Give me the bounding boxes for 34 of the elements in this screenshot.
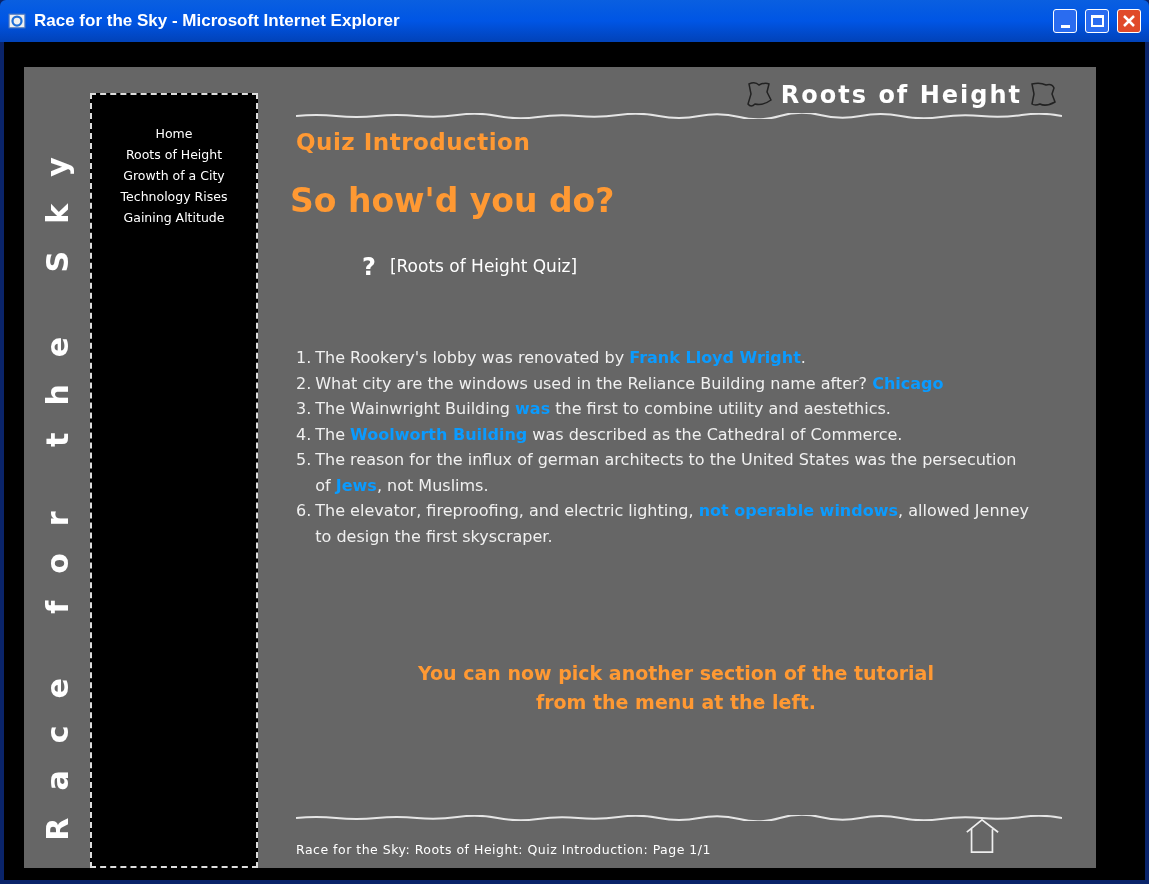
quiz-answer: The Woolworth Building was described as the Cathedral of Commerce. xyxy=(315,423,903,446)
maximize-button[interactable] xyxy=(1085,9,1109,33)
minimize-icon xyxy=(1060,25,1070,28)
list-number: 2. xyxy=(296,372,312,395)
page-heading: Quiz Introduction xyxy=(296,128,532,157)
list-number: 4. xyxy=(296,423,312,446)
list-number: 3. xyxy=(296,398,312,420)
quiz-answer: What city are the windows used in the Reliance Building name after? Chicago xyxy=(315,372,944,395)
list-number: 6. xyxy=(296,500,312,522)
help-icon: ? xyxy=(362,249,376,285)
list-number: 5. xyxy=(296,449,312,471)
nav-link[interactable]: Home xyxy=(155,125,193,142)
close-button[interactable] xyxy=(1117,9,1141,33)
nav-link[interactable]: Technology Rises xyxy=(120,188,228,205)
maximize-icon xyxy=(1090,15,1104,27)
scroll-end-icon xyxy=(744,80,775,110)
nav-link[interactable]: Roots of Height xyxy=(125,146,223,163)
minimize-button[interactable] xyxy=(1053,9,1077,33)
browser-icon xyxy=(8,12,26,30)
close-icon xyxy=(1123,15,1135,27)
nav-link[interactable]: Growth of a City xyxy=(123,167,225,184)
quiz-answer: The reason for the influx of german architects to the United States was the persecution of Jews, not Muslims. xyxy=(315,449,1018,497)
closing-note: You can now pick another section of the tutorial from the menu at the left. xyxy=(417,661,935,715)
section-title: Roots of Height xyxy=(780,80,1022,111)
quiz-answer: The Rookery's lobby was renovated by Frank Lloyd Wright. xyxy=(315,347,806,369)
site-title: Race for the Sky xyxy=(38,130,76,841)
headline: So how'd you do? xyxy=(290,179,616,222)
window-title: Race for the Sky - Microsoft Internet Explorer xyxy=(34,10,401,33)
breadcrumb: Race for the Sky: Roots of Height: Quiz Introduction: Page 1/1 xyxy=(296,841,712,860)
quiz-link[interactable]: [Roots of Height Quiz] xyxy=(389,254,578,280)
quiz-answer: The elevator, fireproofing, and electric lighting, not operable windows, allowed Jenney to design the first skyscraper. xyxy=(315,500,1030,548)
list-number: 1. xyxy=(296,347,312,369)
quiz-answer: The Wainwright Building was the first to combine utility and aestethics. xyxy=(315,398,891,420)
nav-link[interactable]: Gaining Altitude xyxy=(123,209,225,226)
